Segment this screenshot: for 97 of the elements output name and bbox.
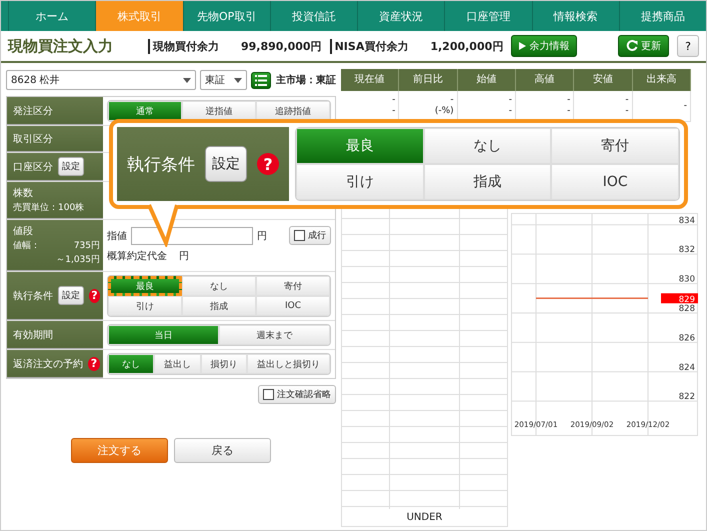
balance-value: 99,890,000円: [241, 38, 322, 54]
refresh-button[interactable]: 更新: [618, 35, 669, 57]
unit-label: 円: [179, 250, 189, 262]
unit-label: 円: [257, 230, 267, 242]
page-title: 現物買注文入力: [8, 36, 114, 56]
callout-title: 執行条件: [127, 154, 195, 176]
option-button[interactable]: 益出し: [154, 354, 201, 374]
option-button[interactable]: 最良: [108, 276, 182, 296]
balance-value: 1,200,000円: [430, 38, 504, 54]
option-button[interactable]: 引け: [108, 296, 182, 316]
range-low: 735円: [74, 240, 100, 252]
field-label: 取引区分: [13, 132, 53, 146]
caret-icon: [183, 78, 191, 82]
nav-tab[interactable]: 提携商品: [618, 1, 706, 31]
settings-button[interactable]: 設定: [58, 157, 84, 176]
option-button[interactable]: 引け: [296, 164, 424, 200]
option-button[interactable]: 寄付: [256, 276, 330, 296]
back-button[interactable]: 戻る: [174, 438, 271, 463]
option-button[interactable]: 通常: [108, 101, 182, 121]
option-button[interactable]: なし: [424, 128, 552, 164]
under-label: UNDER: [342, 509, 507, 526]
option-button[interactable]: 週末まで: [219, 325, 330, 345]
column-header: 前日比: [399, 69, 458, 91]
quote-value: -: [684, 100, 687, 112]
option-button[interactable]: 当日: [108, 325, 219, 345]
option-button[interactable]: 益出しと損切り: [247, 354, 330, 374]
caret-icon: [234, 78, 242, 82]
settings-button[interactable]: 設定: [58, 286, 84, 305]
column-header: 高値: [516, 69, 574, 91]
play-icon: [519, 42, 526, 50]
axis-tick-label: 834: [678, 216, 695, 226]
field-label: 有効期間: [13, 328, 53, 342]
field-label: 株数: [13, 186, 34, 200]
balance-label: NISA買付余力: [330, 38, 408, 54]
price-label: 指値: [107, 230, 127, 242]
option-button[interactable]: 指成: [182, 296, 256, 316]
option-button[interactable]: 寄付: [551, 128, 679, 164]
refresh-icon: [626, 40, 638, 52]
axis-tick-label: 830: [678, 274, 695, 285]
field-label: 値段: [13, 225, 34, 238]
nav-tab[interactable]: 資産状況: [357, 1, 444, 31]
primary-market-label: 主市場：東証: [276, 73, 336, 87]
nav-tab[interactable]: 口座管理: [444, 1, 532, 31]
axis-tick-label: 822: [678, 392, 695, 402]
quote-value: (-%): [434, 106, 454, 117]
option-button[interactable]: IOC: [256, 296, 330, 316]
range-high: ～1,035円: [56, 255, 100, 265]
quote-value: -: [567, 95, 570, 106]
price-field[interactable]: [131, 226, 253, 244]
help-button[interactable]: ?: [677, 35, 699, 57]
skip-confirm-checkbox[interactable]: 注文確認省略: [258, 385, 336, 404]
quote-value: -: [567, 106, 570, 117]
price-marker: 829: [661, 293, 698, 305]
field-label: 返済注文の予約: [13, 358, 83, 370]
list-icon: [255, 74, 267, 86]
option-button[interactable]: 逆指値: [182, 101, 256, 121]
column-header: 安値: [574, 69, 633, 91]
option-button[interactable]: なし: [182, 276, 256, 296]
field-label: 発注区分: [13, 104, 53, 118]
axis-tick-label: 832: [678, 245, 695, 256]
nav-tab[interactable]: 投資信託: [270, 1, 357, 31]
quote-value: -: [625, 95, 629, 106]
quote-value: -: [508, 95, 512, 106]
info-button[interactable]: 余力情報: [511, 35, 578, 57]
help-icon[interactable]: ?: [257, 153, 279, 175]
quote-value: -: [392, 106, 396, 117]
range-label: 値幅：: [13, 240, 40, 252]
axis-tick-label: 826: [678, 333, 695, 344]
axis-tick-label: 828: [678, 304, 695, 314]
column-header: 出来高: [632, 69, 691, 91]
settings-button[interactable]: 設定: [205, 146, 247, 182]
option-button[interactable]: 指成: [424, 164, 552, 200]
balance-label: 現物買付余力: [148, 38, 219, 54]
help-icon[interactable]: ?: [88, 356, 100, 370]
option-button[interactable]: 損切り: [200, 354, 248, 374]
option-button[interactable]: 最良: [296, 128, 424, 164]
nav-tab[interactable]: 情報検索: [532, 1, 619, 31]
stock-select[interactable]: 8628 松井: [6, 70, 196, 90]
market-select[interactable]: 東証: [200, 70, 247, 90]
axis-tick-label: 824: [678, 362, 695, 373]
quote-value: -: [450, 95, 454, 106]
quote-value: -: [508, 106, 512, 117]
field-label: 執行条件: [13, 290, 53, 302]
list-button[interactable]: [251, 72, 271, 88]
quote-value: -: [625, 106, 629, 117]
field-label: 口座区分: [13, 160, 53, 174]
unit-note: 売買単位：100株: [13, 202, 86, 214]
help-icon[interactable]: ?: [89, 288, 100, 302]
option-button[interactable]: なし: [108, 354, 154, 374]
quote-value: -: [392, 95, 396, 106]
option-button[interactable]: IOC: [551, 164, 679, 200]
option-button[interactable]: 追跡指値: [256, 101, 330, 121]
column-header: 現在値: [341, 69, 400, 91]
estimate-label: 概算約定代金: [107, 250, 167, 262]
market-order-checkbox[interactable]: 成行: [289, 226, 331, 245]
nav-tab[interactable]: 先物OP取引: [182, 1, 270, 31]
column-header: 始値: [458, 69, 516, 91]
